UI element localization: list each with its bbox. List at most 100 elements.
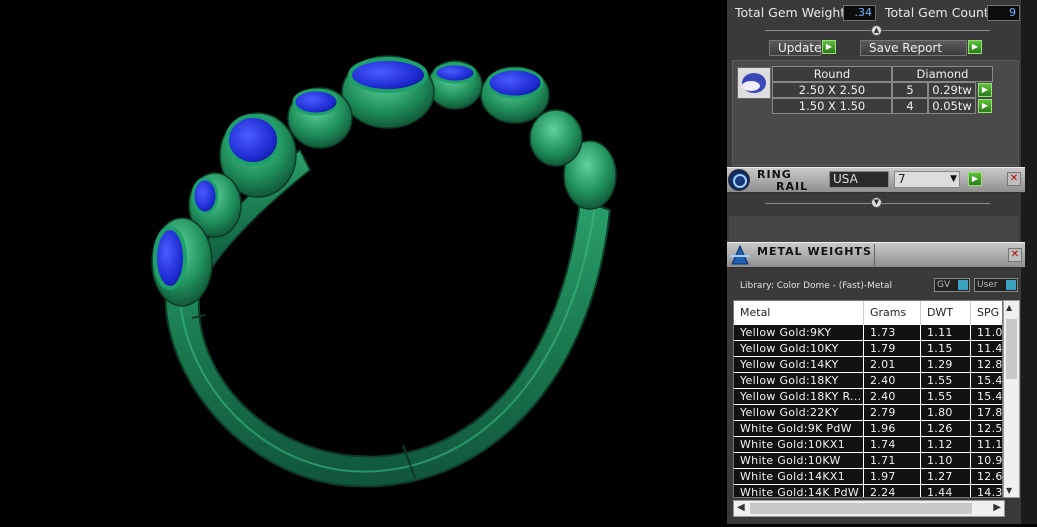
table-cell-metal: Yellow Gold:14KY bbox=[734, 357, 863, 372]
table-row[interactable]: Yellow Gold:18KY2.401.5515.41 bbox=[734, 373, 1002, 389]
scroll-thumb[interactable] bbox=[1006, 319, 1017, 379]
user-toggle[interactable]: User bbox=[974, 278, 1018, 292]
table-cell-dwt: 1.80 bbox=[921, 405, 970, 420]
table-cell-dwt: 1.29 bbox=[921, 357, 970, 372]
total-gem-count-field[interactable]: 9 bbox=[987, 5, 1020, 21]
ring-size-region-select[interactable]: USA bbox=[829, 171, 889, 188]
table-cell-dwt: 1.26 bbox=[921, 421, 970, 436]
table-cell-grams: 1.96 bbox=[864, 421, 920, 436]
gem-row-size: 2.50 X 2.50 bbox=[772, 82, 892, 98]
table-cell-spg: 11.08 bbox=[971, 325, 1002, 340]
table-cell-grams: 2.24 bbox=[864, 485, 920, 497]
table-cell-metal: Yellow Gold:9KY bbox=[734, 325, 863, 340]
table-cell-dwt: 1.55 bbox=[921, 373, 970, 388]
collapse-up-icon[interactable]: ▲ bbox=[871, 25, 882, 36]
round-gem-icon bbox=[737, 67, 771, 99]
chevron-down-icon: ▼ bbox=[950, 174, 957, 184]
ring-model bbox=[151, 55, 617, 488]
divider bbox=[874, 244, 875, 266]
table-cell-spg: 10.99 bbox=[971, 453, 1002, 468]
collapse-down-icon[interactable]: ▼ bbox=[871, 197, 882, 208]
ring-size-value: 7 bbox=[898, 172, 906, 186]
table-cell-spg: 14.37 bbox=[971, 485, 1002, 497]
table-cell-dwt: 1.44 bbox=[921, 485, 970, 497]
table-cell-dwt: 1.15 bbox=[921, 341, 970, 356]
table-row[interactable]: Yellow Gold:9KY1.731.1111.08 bbox=[734, 325, 1002, 341]
gem-row-count: 5 bbox=[892, 82, 928, 98]
metal-weights-title: METAL WEIGHTS bbox=[757, 245, 872, 258]
save-report-button[interactable]: Save Report bbox=[860, 40, 967, 56]
column-header-dwt[interactable]: DWT bbox=[921, 301, 971, 325]
table-cell-grams: 1.79 bbox=[864, 341, 920, 356]
gem-row-weight: 0.05tw bbox=[928, 98, 976, 114]
table-cell-metal: White Gold:10KX1 bbox=[734, 437, 863, 452]
total-gem-weight-label: Total Gem Weight bbox=[735, 5, 846, 20]
scroll-up-icon[interactable]: ▲ bbox=[1006, 303, 1012, 312]
table-cell-metal: Yellow Gold:10KY bbox=[734, 341, 863, 356]
total-gem-weight-field[interactable]: .34 bbox=[843, 5, 876, 21]
table-row[interactable]: Yellow Gold:18KY R...2.401.5515.41 bbox=[734, 389, 1002, 405]
ring-rail-title-line2: RAIL bbox=[776, 180, 809, 193]
gem-row-size: 1.50 X 1.50 bbox=[772, 98, 892, 114]
ring-rail-apply-icon[interactable]: ▶ bbox=[968, 172, 982, 186]
table-cell-spg: 17.89 bbox=[971, 405, 1002, 420]
column-header-grams[interactable]: Grams bbox=[864, 301, 921, 325]
scroll-right-icon[interactable]: ▶ bbox=[993, 502, 1001, 513]
close-icon[interactable]: ✕ bbox=[1007, 172, 1021, 186]
table-cell-spg: 11.18 bbox=[971, 437, 1002, 452]
scale-icon bbox=[728, 244, 752, 266]
table-cell-spg: 11.43 bbox=[971, 341, 1002, 356]
scroll-thumb[interactable] bbox=[750, 503, 972, 514]
table-header: Metal Grams DWT SPG bbox=[734, 301, 1002, 325]
table-cell-grams: 1.74 bbox=[864, 437, 920, 452]
table-row[interactable]: White Gold:14KX11.971.2712.63 bbox=[734, 469, 1002, 485]
table-row[interactable]: White Gold:9K PdW1.961.2612.59 bbox=[734, 421, 1002, 437]
table-cell-grams: 1.97 bbox=[864, 469, 920, 484]
table-row[interactable]: White Gold:10KW1.711.1010.99 bbox=[734, 453, 1002, 469]
close-icon[interactable]: ✕ bbox=[1008, 248, 1022, 262]
empty-area bbox=[729, 216, 1019, 242]
table-cell-grams: 2.40 bbox=[864, 373, 920, 388]
save-report-go-icon[interactable]: ▶ bbox=[968, 40, 982, 54]
table-cell-spg: 12.59 bbox=[971, 421, 1002, 436]
gem-row-weight: 0.29tw bbox=[928, 82, 976, 98]
user-toggle-label: User bbox=[977, 280, 998, 290]
gv-toggle[interactable]: GV bbox=[934, 278, 970, 292]
table-cell-grams: 2.79 bbox=[864, 405, 920, 420]
table-row[interactable]: Yellow Gold:14KY2.011.2912.88 bbox=[734, 357, 1002, 373]
table-cell-metal: White Gold:9K PdW bbox=[734, 421, 863, 436]
update-button[interactable]: Update bbox=[769, 40, 821, 56]
table-cell-spg: 15.41 bbox=[971, 373, 1002, 388]
update-go-icon[interactable]: ▶ bbox=[822, 40, 836, 54]
table-row[interactable]: White Gold:14K PdW2.241.4414.37 bbox=[734, 485, 1002, 497]
gem-row-go-icon[interactable]: ▶ bbox=[978, 99, 992, 113]
gem-row-go-icon[interactable]: ▶ bbox=[978, 83, 992, 97]
metal-weights-table: Metal Grams DWT SPG Yellow Gold:9KY 1.73 1… bbox=[733, 300, 1003, 498]
column-header-metal[interactable]: Metal bbox=[734, 301, 864, 325]
table-cell-dwt: 1.55 bbox=[921, 389, 970, 404]
scroll-down-icon[interactable]: ▼ bbox=[1006, 486, 1012, 495]
table-row[interactable]: Yellow Gold:22KY2.791.8017.89 bbox=[734, 405, 1002, 421]
horizontal-scrollbar[interactable]: ◀ ▶ bbox=[733, 500, 1005, 517]
table-row[interactable]: White Gold:10KX11.741.1211.18 bbox=[734, 437, 1002, 453]
gem-header-type: Diamond bbox=[892, 66, 993, 82]
table-row[interactable]: Yellow Gold:10KY1.791.1511.43 bbox=[734, 341, 1002, 357]
table-cell-dwt: 1.11 bbox=[921, 325, 970, 340]
ring-size-select[interactable]: 7 ▼ bbox=[894, 171, 960, 188]
table-cell-dwt: 1.12 bbox=[921, 437, 970, 452]
table-cell-dwt: 1.10 bbox=[921, 453, 970, 468]
gem-row-count: 4 bbox=[892, 98, 928, 114]
vertical-scrollbar[interactable]: ▲ ▼ bbox=[1003, 300, 1020, 498]
gem-header-shape: Round bbox=[772, 66, 892, 82]
table-cell-metal: Yellow Gold:18KY bbox=[734, 373, 863, 388]
gv-toggle-label: GV bbox=[937, 280, 951, 290]
column-header-spg[interactable]: SPG bbox=[971, 301, 1002, 325]
table-cell-metal: White Gold:14KX1 bbox=[734, 469, 863, 484]
table-cell-dwt: 1.27 bbox=[921, 469, 970, 484]
scroll-left-icon[interactable]: ◀ bbox=[737, 502, 745, 513]
table-cell-grams: 1.71 bbox=[864, 453, 920, 468]
table-cell-metal: White Gold:14K PdW bbox=[734, 485, 863, 497]
table-cell-grams: 1.73 bbox=[864, 325, 920, 340]
3d-viewport[interactable] bbox=[0, 0, 727, 524]
total-gem-count-label: Total Gem Count bbox=[885, 5, 989, 20]
